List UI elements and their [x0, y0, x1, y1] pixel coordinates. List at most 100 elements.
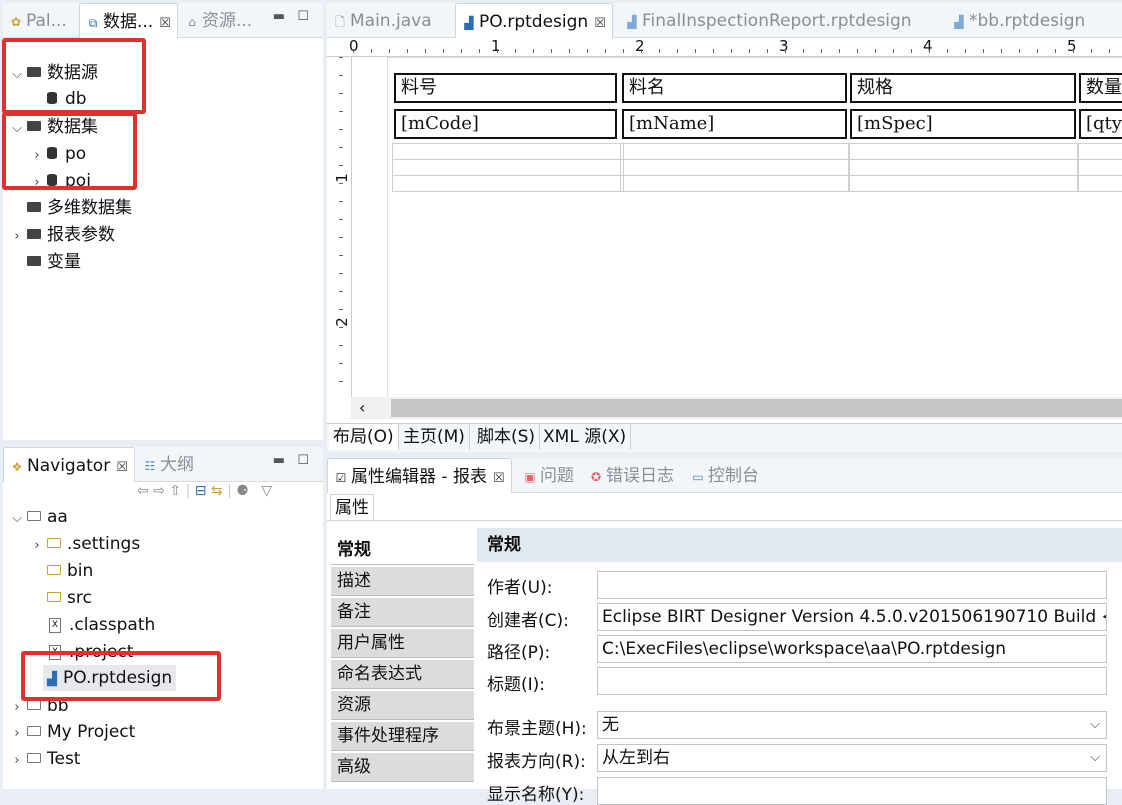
table-footer-row[interactable]	[848, 143, 1079, 160]
tab-script[interactable]: 脚本(S)	[473, 424, 541, 450]
category-description[interactable]: 描述	[331, 566, 474, 596]
tab-xml-source[interactable]: XML 源(X)	[539, 424, 632, 450]
maximize-icon[interactable]: ☐	[297, 453, 309, 468]
back-icon[interactable]: ⇦	[137, 483, 149, 499]
category-event-handlers[interactable]: 事件处理程序	[331, 721, 474, 751]
vertical-ruler: 1 2	[327, 57, 352, 397]
tab-problems[interactable]: ▣ 问题	[523, 458, 574, 492]
horizontal-scrollbar[interactable]: ‹	[351, 397, 1122, 419]
theme-select[interactable]: 无 ⌵	[597, 711, 1107, 739]
table-footer-row[interactable]	[620, 159, 850, 176]
data-explorer-tabbar: ✿ Pal... ⧉ 数据... ☒ ⌂ 资源... ▬ ☐	[3, 3, 323, 38]
tab-palette[interactable]: ✿ Pal...	[9, 3, 67, 37]
chevron-right-icon[interactable]: ›	[9, 748, 25, 774]
horizontal-ruler: 0 1 2 3 4 5	[327, 37, 1122, 57]
table-header-cell[interactable]: 料号	[394, 73, 617, 103]
close-icon[interactable]: ☒	[116, 460, 128, 475]
table-footer-row[interactable]	[1077, 159, 1122, 176]
scroll-left-icon[interactable]: ‹	[359, 398, 365, 417]
table-footer-row[interactable]	[848, 175, 1079, 192]
tree-item-test[interactable]: › Test	[9, 746, 80, 772]
bidi-orientation-select[interactable]: 从左到右 ⌵	[597, 744, 1107, 772]
title-field[interactable]	[597, 667, 1107, 695]
link-editor-icon[interactable]: ⇆	[211, 483, 223, 499]
table-footer-row[interactable]	[620, 143, 850, 160]
tab-layout[interactable]: 布局(O)	[329, 424, 399, 450]
chevron-down-icon[interactable]: ⌵	[1090, 745, 1100, 771]
tab-navigator[interactable]: ❖ Navigator ☒	[3, 447, 135, 482]
folder-icon	[27, 256, 41, 266]
data-explorer-icon: ⧉	[88, 16, 98, 30]
tab-error-log[interactable]: ✪ 错误日志	[589, 458, 674, 492]
chevron-right-icon[interactable]: ›	[9, 721, 25, 747]
table-data-cell[interactable]: [qtyO	[1079, 109, 1122, 139]
category-named-expressions[interactable]: 命名表达式	[331, 659, 474, 689]
close-icon[interactable]: ☒	[493, 471, 505, 486]
category-general[interactable]: 常规	[331, 535, 474, 565]
chevron-right-icon[interactable]: ›	[9, 224, 25, 250]
tree-item-project-aa[interactable]: ⌵ aa	[9, 504, 68, 530]
minimize-icon[interactable]: ▬	[273, 453, 285, 468]
tab-data-explorer[interactable]: ⧉ 数据... ☒	[79, 3, 178, 38]
tree-item-my-project[interactable]: › My Project	[9, 719, 135, 745]
tree-item-cubes[interactable]: 多维数据集	[25, 195, 132, 221]
table-footer-row[interactable]	[1077, 175, 1122, 192]
close-icon[interactable]: ☒	[159, 16, 171, 31]
author-field[interactable]	[597, 571, 1107, 599]
chevron-down-icon[interactable]: ▽	[261, 483, 272, 499]
tab-po-rptdesign[interactable]: ▟ PO.rptdesign ☒	[455, 3, 613, 38]
table-footer-row[interactable]	[392, 175, 624, 192]
table-header-cell[interactable]: 料名	[622, 73, 847, 103]
category-user-properties[interactable]: 用户属性	[331, 628, 474, 658]
tab-outline[interactable]: ☷ 大纲	[143, 447, 194, 481]
tree-item-variables[interactable]: 变量	[25, 249, 81, 275]
table-header-cell[interactable]: 规格	[850, 73, 1076, 103]
minimize-icon[interactable]: ▬	[273, 9, 285, 24]
creator-field[interactable]: Eclipse BIRT Designer Version 4.5.0.v201…	[597, 603, 1107, 631]
properties-content: 常规 作者(U): 创建者(C): Eclipse BIRT Designer …	[477, 528, 1122, 805]
table-data-cell[interactable]: [mCode]	[394, 109, 617, 139]
tab-master-page[interactable]: 主页(M)	[399, 424, 470, 450]
table-footer-row[interactable]	[392, 143, 624, 160]
tab-bb-rptdesign[interactable]: ▟ *bb.rptdesign	[952, 3, 1085, 37]
forward-icon[interactable]: ⇨	[153, 483, 165, 499]
maximize-icon[interactable]: ☐	[297, 9, 309, 24]
tree-item-classpath[interactable]: X .classpath	[49, 612, 155, 638]
table-footer-row[interactable]	[392, 159, 624, 176]
table-footer-row[interactable]	[848, 159, 1079, 176]
table-data-cell[interactable]: [mName]	[622, 109, 847, 139]
chevron-down-icon[interactable]: ⌵	[1090, 712, 1100, 738]
table-footer-row[interactable]	[1077, 143, 1122, 160]
path-label: 路径(P):	[487, 643, 551, 663]
chevron-down-icon[interactable]: ⌵	[9, 506, 25, 532]
category-advanced[interactable]: 高级	[331, 752, 474, 782]
console-icon: ▭	[692, 470, 704, 484]
tree-item-settings[interactable]: › .settings	[29, 531, 140, 557]
scrollbar-thumb[interactable]	[391, 399, 1122, 417]
tab-property-editor[interactable]: ☑ 属性编辑器 - 报表 ☒	[327, 458, 512, 493]
close-icon[interactable]: ☒	[594, 16, 606, 31]
table-data-cell[interactable]: [mSpec]	[850, 109, 1076, 139]
view-menu-icon[interactable]: ⚈	[236, 483, 249, 499]
tab-properties[interactable]: 属性	[330, 494, 374, 521]
chevron-right-icon[interactable]: ›	[29, 533, 45, 559]
java-file-icon: 🗋	[335, 15, 345, 29]
path-field[interactable]: C:\ExecFiles\eclipse\workspace\aa\PO.rpt…	[597, 635, 1107, 663]
tab-resource-explorer[interactable]: ⌂ 资源...	[185, 3, 252, 37]
report-file-icon: ▟	[464, 16, 474, 30]
highlight-box-po-rptdesign	[21, 651, 221, 701]
display-name-field[interactable]	[597, 777, 1107, 805]
tree-item-bin[interactable]: bin	[45, 558, 93, 584]
tab-final-inspection-report[interactable]: ▟ FinalInspectionReport.rptdesign	[625, 3, 911, 37]
table-header-cell[interactable]: 数量	[1079, 73, 1122, 103]
tab-main-java[interactable]: 🗋 Main.java	[333, 3, 431, 37]
up-icon[interactable]: ⇧	[169, 483, 181, 499]
tree-item-report-parameters[interactable]: › 报表参数	[9, 222, 115, 248]
table-footer-row[interactable]	[620, 175, 850, 192]
category-comments[interactable]: 备注	[331, 597, 474, 627]
highlight-box-data-sources	[2, 38, 146, 114]
collapse-all-icon[interactable]: ⊟	[195, 483, 207, 499]
tree-item-src[interactable]: src	[45, 585, 92, 611]
category-resources[interactable]: 资源	[331, 690, 474, 720]
tab-console[interactable]: ▭ 控制台	[691, 458, 759, 492]
